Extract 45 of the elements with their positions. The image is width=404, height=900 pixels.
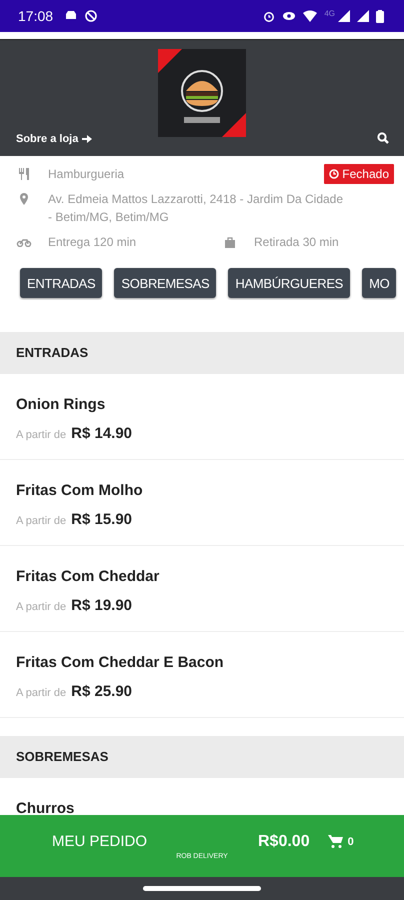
delivery-time: Entrega 120 min — [48, 234, 138, 251]
product-price: R$ 19.90 — [71, 597, 132, 614]
store-status-badge: Fechado — [324, 164, 394, 184]
product-price: R$ 14.90 — [71, 425, 132, 442]
clock-icon — [329, 169, 340, 179]
product-name[interactable]: Churros — [16, 800, 388, 815]
product-name[interactable]: Fritas Com Molho — [16, 482, 388, 499]
store-category: Hamburgueria — [48, 166, 124, 183]
motorcycle-icon — [16, 237, 32, 247]
section-header: SOBREMESAS — [0, 736, 404, 778]
search-icon[interactable] — [377, 132, 389, 144]
product-price: R$ 25.90 — [71, 683, 132, 700]
price-prefix: A partir de — [16, 687, 66, 699]
status-time: 17:08 — [18, 8, 54, 24]
category-tab[interactable]: HAMBÚRGUERES — [228, 268, 350, 298]
product-name[interactable]: Onion Rings — [16, 396, 388, 413]
cart-total: R$0.00 — [258, 832, 310, 850]
cart-icon — [328, 835, 343, 848]
about-store-link[interactable]: Sobre a loja — [16, 133, 92, 145]
fork-knife-icon — [16, 168, 32, 180]
shopping-bag-icon — [222, 236, 238, 248]
no-disturb-icon — [85, 10, 98, 22]
arrow-right-icon — [82, 134, 92, 144]
price-prefix: A partir de — [16, 429, 66, 441]
price-prefix: A partir de — [16, 515, 66, 527]
network-label: 4G — [324, 9, 335, 18]
store-address: Av. Edmeia Mattos Lazzarotti, 2418 - Jardim Da Cidade - Betim/MG, Betim/MG — [48, 191, 344, 226]
signal-icon — [357, 10, 369, 22]
product-name[interactable]: Fritas Com Cheddar — [16, 568, 388, 585]
category-tab[interactable]: MO — [362, 268, 396, 298]
price-prefix: A partir de — [16, 601, 66, 613]
cart-count: 0 — [348, 836, 354, 848]
section-header: ENTRADAS — [0, 332, 404, 374]
signal-icon — [338, 10, 350, 22]
eye-icon — [282, 10, 296, 22]
category-tab[interactable]: ENTRADAS — [20, 268, 102, 298]
alarm-icon — [263, 10, 276, 22]
battery-icon — [376, 10, 384, 22]
home-handle[interactable] — [143, 886, 261, 891]
cart-label: MEU PEDIDO — [52, 833, 148, 850]
product-name[interactable]: Fritas Com Cheddar E Bacon — [16, 654, 388, 671]
wifi-icon — [303, 10, 318, 22]
product-price: R$ 15.90 — [71, 511, 132, 528]
pickup-time: Retirada 30 min — [254, 234, 339, 251]
category-tab[interactable]: SOBREMESAS — [114, 268, 216, 298]
